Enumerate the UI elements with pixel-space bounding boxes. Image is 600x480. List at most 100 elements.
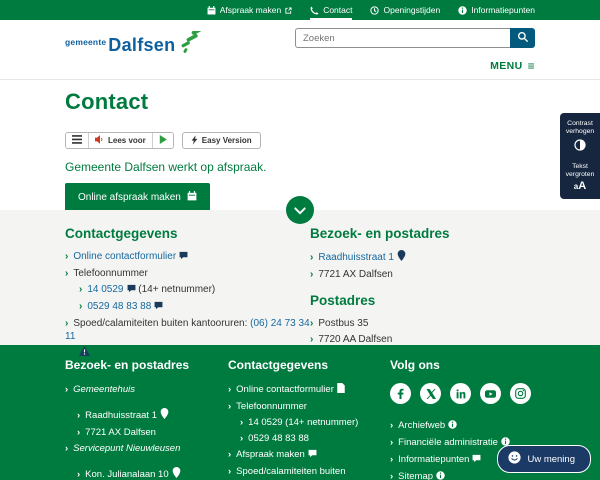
external-link-icon (285, 6, 292, 14)
instagram-icon[interactable] (510, 383, 531, 404)
logo-gemeente-dalfsen[interactable]: gemeente Dalfsen (65, 26, 205, 56)
uw-mening-button[interactable]: Uw mening (497, 445, 591, 473)
phone-label: Telefoonnummer (73, 268, 148, 279)
cta-label: Online afspraak maken (78, 192, 181, 203)
chevron-down-icon (294, 203, 306, 218)
page: Afspraak maken Contact Openingstijden In… (0, 0, 600, 480)
readspeaker-toolbar: Lees voor Easy Version (65, 132, 535, 149)
chevron-icon: › (79, 301, 83, 312)
chevron-icon: › (79, 284, 83, 295)
contact-info-band: Contactgegevens › Online contactformulier… (0, 196, 600, 356)
footer-adres-column: Bezoek- en postadres › Gemeentehuis › Raad… (65, 358, 228, 480)
footer-heading: Volg ons (390, 358, 440, 372)
linkedin-icon[interactable] (450, 383, 471, 404)
footer-contactformulier-link[interactable]: Online contactformulier (236, 384, 334, 395)
collapse-toggle-button[interactable] (286, 196, 314, 224)
footer-contact-column: Contactgegevens › Online contactformulier… (228, 358, 390, 480)
raadhuisstraat-link[interactable]: Raadhuisstraat 1 (318, 252, 394, 263)
facebook-icon[interactable] (390, 383, 411, 404)
chevron-icon: › (390, 420, 394, 431)
topbar-contact[interactable]: Contact (310, 0, 352, 20)
search-button[interactable] (510, 28, 535, 48)
text-enlarge-button[interactable]: Tekst vergroten aA (562, 163, 598, 192)
bubble-icon (127, 284, 136, 297)
phone-icon (310, 6, 319, 15)
phone-0529-link[interactable]: 0529 48 83 88 (87, 301, 151, 312)
play-icon (159, 135, 167, 146)
contrast-toggle-button[interactable]: Contrast verhogen (562, 120, 598, 154)
clock-icon (370, 5, 380, 15)
archiefweb-link[interactable]: Archiefweb (398, 420, 445, 431)
topbar-item-label: Openingstijden (383, 5, 441, 15)
footer-afspraak-link[interactable]: Afspraak maken (236, 449, 305, 460)
youtube-icon[interactable] (480, 383, 501, 404)
chevron-icon: › (228, 384, 232, 395)
chevron-icon: › (77, 427, 81, 438)
search-input[interactable] (295, 28, 510, 48)
play-button[interactable] (152, 133, 173, 148)
phone-line: 0529 48 83 88 (248, 433, 309, 444)
contrast-icon (562, 139, 598, 154)
topbar-afspraak-maken[interactable]: Afspraak maken (207, 0, 292, 20)
bubble-icon (154, 301, 163, 314)
menu-button[interactable]: MENU ≡ (490, 60, 535, 72)
calendar-icon (207, 5, 216, 15)
adres-column: Bezoek- en postadres › Raadhuisstraat 1 ›… (310, 226, 535, 345)
chevron-icon: › (240, 433, 244, 444)
listen-button[interactable]: Lees voor (89, 133, 153, 148)
topbar-item-label: Informatiepunten (471, 5, 535, 15)
emergency-prefix: Spoed/calamiteiten buiten kantooruren: (73, 318, 248, 329)
map-pin-icon (397, 250, 406, 265)
chevron-icon: › (228, 449, 232, 460)
location-name: Servicepunt Nieuwleusen (73, 443, 181, 454)
info-icon (436, 471, 445, 480)
location-city: 7721 AX Dalfsen (85, 427, 156, 438)
footer-heading: Bezoek- en postadres (65, 358, 190, 372)
info-icon (448, 420, 457, 433)
easy-version-label: Easy Version (201, 136, 252, 145)
bubble-icon (308, 449, 317, 462)
topbar-item-label: Contact (323, 5, 353, 15)
search-icon (517, 31, 529, 46)
bubble-icon (472, 454, 481, 467)
postbus-line: Postbus 35 (318, 318, 369, 329)
chevron-icon: › (240, 417, 244, 428)
online-contactformulier-link[interactable]: Online contactformulier (73, 251, 176, 262)
hamburger-icon (72, 135, 82, 146)
chevron-icon: › (65, 443, 69, 454)
footer-heading: Contactgegevens (228, 358, 329, 372)
chevron-icon: › (228, 401, 232, 412)
phone-label: Telefoonnummer (236, 401, 307, 412)
phone-14-0529-link[interactable]: 14 0529 (87, 284, 123, 295)
readspeaker-menu-button[interactable] (66, 133, 89, 148)
address-city: 7721 AX Dalfsen (318, 269, 393, 280)
chevron-icon: › (390, 471, 394, 480)
online-afspraak-button[interactable]: Online afspraak maken (65, 183, 210, 212)
chevron-icon: › (77, 469, 81, 480)
chevron-icon: › (390, 437, 394, 448)
footer-raadhuisstraat-link[interactable]: Raadhuisstraat 1 (85, 410, 157, 421)
page-title: Contact (65, 89, 149, 114)
contactgegevens-column: Contactgegevens › Online contactformulier… (65, 226, 310, 356)
informatiepunten-link[interactable]: Informatiepunten (398, 454, 469, 465)
section-heading: Contactgegevens (65, 226, 178, 241)
footer-julianalaan-link[interactable]: Kon. Julianalaan 10 (85, 469, 168, 480)
financiele-administratie-link[interactable]: Financiële administratie (398, 437, 498, 448)
chevron-icon: › (310, 318, 314, 329)
logo-swoosh-icon (177, 26, 205, 62)
easy-version-button[interactable]: Easy Version (181, 132, 261, 149)
location-name: Gemeentehuis (73, 384, 135, 395)
topbar-openingstijden[interactable]: Openingstijden (370, 0, 440, 20)
chevron-icon: › (65, 268, 69, 279)
search-form (295, 28, 535, 48)
section-heading: Bezoek- en postadres (310, 226, 450, 241)
sitemap-link[interactable]: Sitemap (398, 471, 433, 480)
map-pin-icon (160, 408, 169, 423)
topbar-informatiepunten[interactable]: Informatiepunten (458, 0, 535, 20)
menu-label: MENU (490, 60, 523, 72)
chevron-icon: › (310, 252, 314, 263)
x-icon[interactable] (420, 383, 441, 404)
logo-prefix-text: gemeente (65, 37, 107, 47)
top-utility-bar: Afspraak maken Contact Openingstijden In… (0, 0, 600, 20)
map-pin-icon (172, 467, 181, 480)
